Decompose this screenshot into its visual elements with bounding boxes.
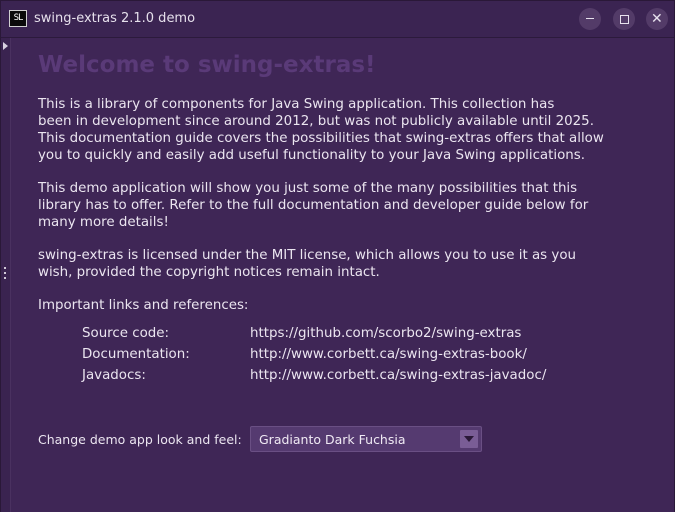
text-line: This documentation guide covers the poss… bbox=[38, 131, 604, 146]
app-icon: SL bbox=[9, 10, 27, 27]
text-line: wish, provided the copyright notices rem… bbox=[38, 265, 380, 280]
look-and-feel-value: Gradianto Dark Fuchsia bbox=[259, 432, 406, 447]
link-label: Documentation: bbox=[82, 347, 190, 362]
look-and-feel-label: Change demo app look and feel: bbox=[38, 432, 242, 447]
expand-arrow-icon[interactable] bbox=[3, 42, 8, 50]
dropdown-button[interactable] bbox=[460, 430, 478, 448]
welcome-panel: Welcome to swing-extras! This is a libra… bbox=[11, 38, 674, 512]
maximize-button[interactable] bbox=[613, 8, 635, 30]
intro-paragraph: This is a library of components for Java… bbox=[38, 96, 638, 164]
chevron-down-icon bbox=[464, 436, 474, 442]
text-line: many more details! bbox=[38, 215, 169, 230]
link-label: Source code: bbox=[82, 326, 170, 341]
text-line: library has to offer. Refer to the full … bbox=[38, 198, 589, 213]
maximize-icon bbox=[620, 15, 629, 24]
text-line: swing-extras is licensed under the MIT l… bbox=[38, 248, 577, 263]
look-and-feel-select[interactable]: Gradianto Dark Fuchsia bbox=[250, 426, 482, 452]
app-window: SL swing-extras 2.1.0 demo ✕ Welcome to … bbox=[0, 0, 675, 512]
text-line: This is a library of components for Java… bbox=[38, 97, 555, 112]
title-bar[interactable]: SL swing-extras 2.1.0 demo ✕ bbox=[1, 1, 674, 38]
text-line: you to quickly and easily add useful fun… bbox=[38, 148, 586, 163]
license-paragraph: swing-extras is licensed under the MIT l… bbox=[38, 247, 638, 281]
splitter-grip-icon[interactable] bbox=[4, 267, 7, 283]
close-button[interactable]: ✕ bbox=[646, 8, 668, 30]
close-icon: ✕ bbox=[651, 11, 663, 27]
text-line: This demo application will show you just… bbox=[38, 181, 578, 196]
documentation-link[interactable]: http://www.corbett.ca/swing-extras-book/ bbox=[250, 347, 527, 362]
text-line: Important links and references: bbox=[38, 298, 249, 313]
window-title: swing-extras 2.1.0 demo bbox=[34, 11, 196, 26]
demo-paragraph: This demo application will show you just… bbox=[38, 180, 638, 231]
source-code-link[interactable]: https://github.com/scorbo2/swing-extras bbox=[250, 326, 521, 341]
page-title: Welcome to swing-extras! bbox=[38, 52, 376, 78]
links-intro: Important links and references: bbox=[38, 297, 638, 314]
link-label: Javadocs: bbox=[82, 368, 146, 383]
javadocs-link[interactable]: http://www.corbett.ca/swing-extras-javad… bbox=[250, 368, 546, 383]
text-line: been in development since around 2012, b… bbox=[38, 114, 594, 129]
minimize-button[interactable] bbox=[579, 8, 601, 30]
minimize-icon bbox=[586, 18, 594, 19]
